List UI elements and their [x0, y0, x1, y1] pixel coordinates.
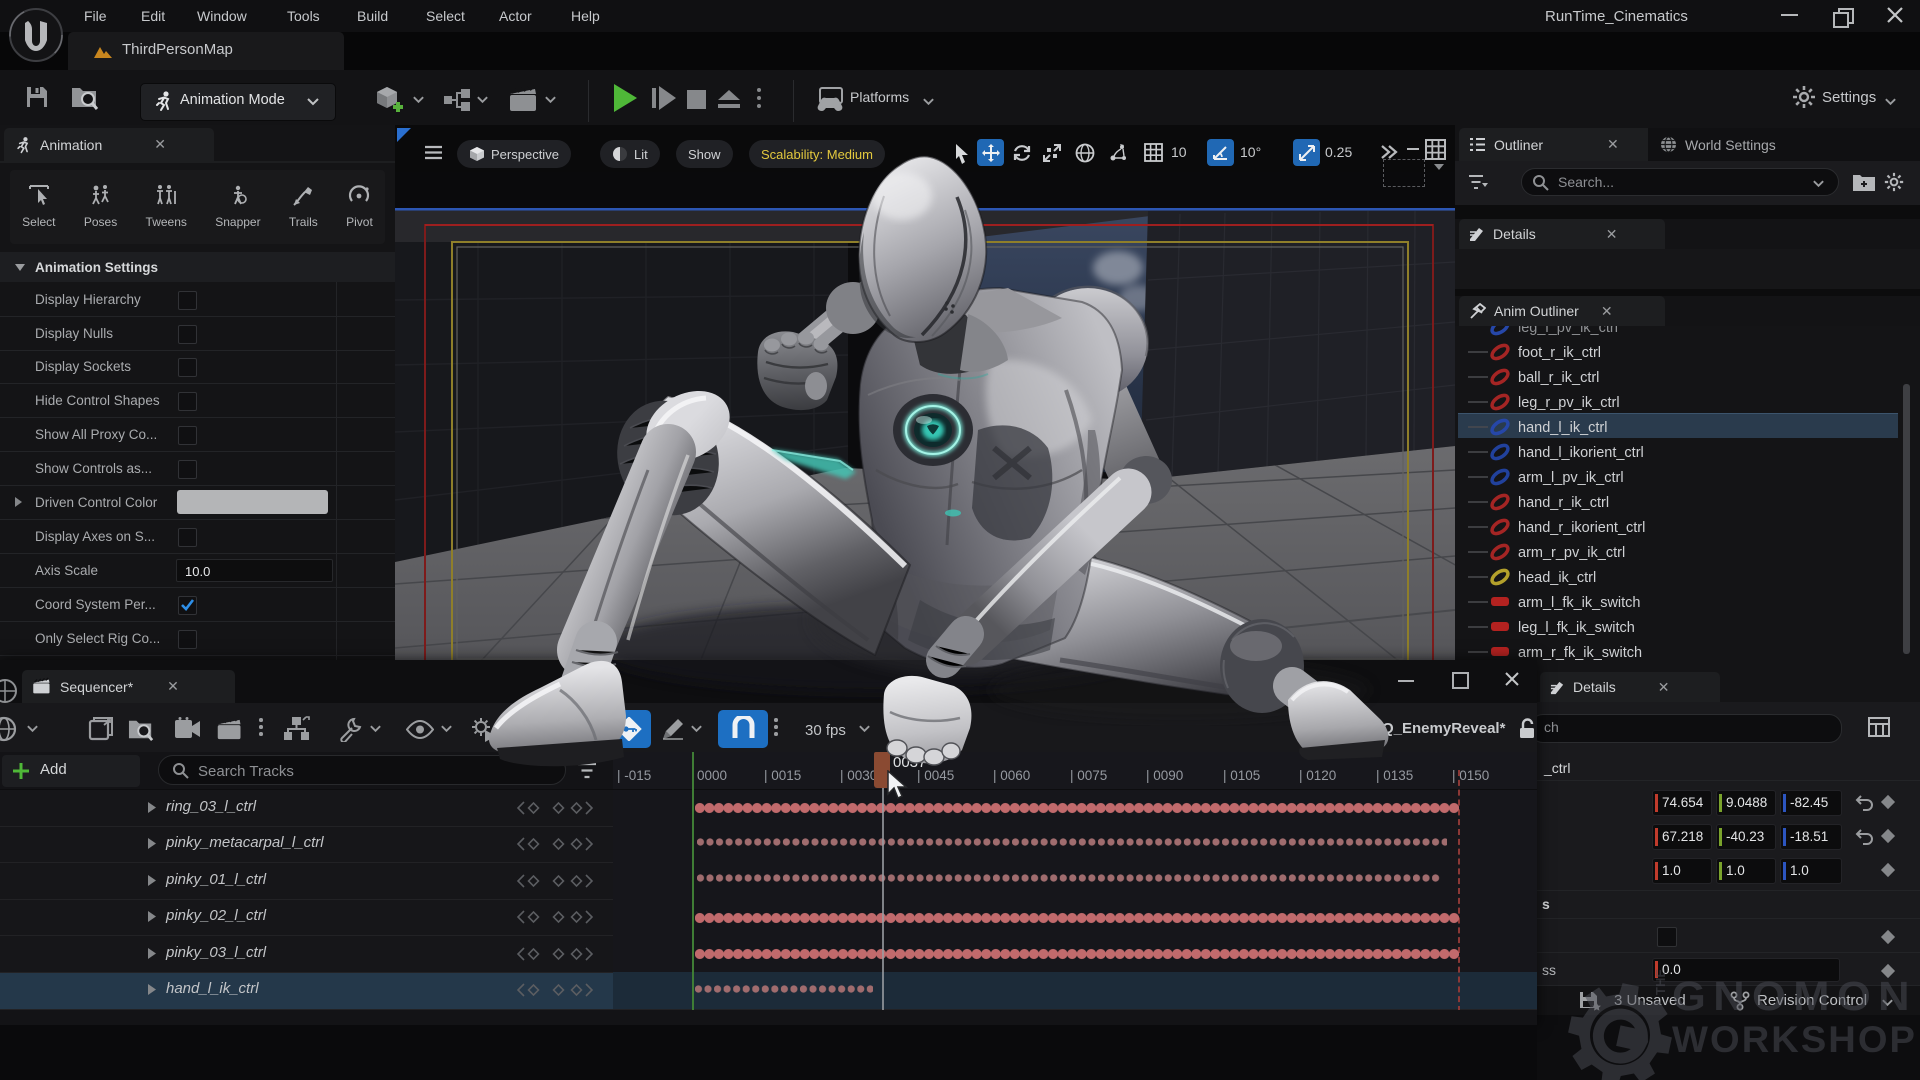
svg-text:leg_l_fk_ik_switch: leg_l_fk_ik_switch — [1518, 620, 1635, 636]
svg-text:arm_r_pv_ik_ctrl: arm_r_pv_ik_ctrl — [1518, 545, 1625, 561]
svg-text:arm_l_fk_ik_switch: arm_l_fk_ik_switch — [1518, 595, 1641, 611]
svg-text:THE: THE — [1653, 969, 1668, 995]
svg-text:hand_r_ik_ctrl: hand_r_ik_ctrl — [1518, 495, 1609, 511]
svg-text:hand_l_ik_ctrl: hand_l_ik_ctrl — [1518, 420, 1607, 436]
svg-text:arm_l_pv_ik_ctrl: arm_l_pv_ik_ctrl — [1518, 470, 1624, 486]
svg-text:leg_l_pv_ik_ctrl: leg_l_pv_ik_ctrl — [1518, 326, 1618, 336]
svg-text:foot_r_ik_ctrl: foot_r_ik_ctrl — [1518, 345, 1601, 361]
svg-text:arm_r_fk_ik_switch: arm_r_fk_ik_switch — [1518, 645, 1642, 661]
svg-text:hand_l_ikorient_ctrl: hand_l_ikorient_ctrl — [1518, 445, 1644, 461]
svg-text:leg_r_pv_ik_ctrl: leg_r_pv_ik_ctrl — [1518, 395, 1620, 411]
svg-text:hand_r_ikorient_ctrl: hand_r_ikorient_ctrl — [1518, 520, 1645, 536]
svg-text:head_ik_ctrl: head_ik_ctrl — [1518, 570, 1596, 586]
svg-text:ball_r_ik_ctrl: ball_r_ik_ctrl — [1518, 370, 1599, 386]
svg-text:WORKSHOP: WORKSHOP — [1672, 1019, 1917, 1060]
svg-text:GNOMON: GNOMON — [1672, 973, 1917, 1019]
